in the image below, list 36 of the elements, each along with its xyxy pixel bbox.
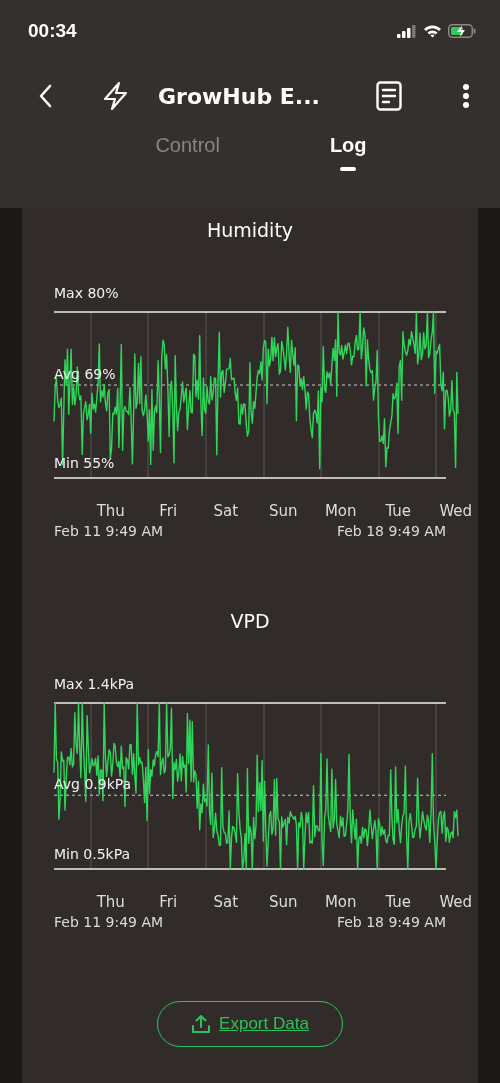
min-label: Min 0.5kPa xyxy=(54,845,131,863)
max-label: Max 1.4kPa xyxy=(54,675,135,693)
day-label: Wed xyxy=(438,501,474,522)
wifi-icon xyxy=(423,24,442,38)
day-label: Sat xyxy=(212,892,240,913)
day-label: Wed xyxy=(438,892,474,913)
min-label: Min 55% xyxy=(54,454,115,472)
tab[interactable]: Log xyxy=(329,134,367,171)
day-label: Fri xyxy=(158,892,179,913)
day-label: Sun xyxy=(267,501,299,522)
day-label: Tue xyxy=(384,892,413,913)
more-menu-icon[interactable] xyxy=(462,83,470,109)
day-label: Mon xyxy=(323,892,358,913)
day-label: Tue xyxy=(384,501,413,522)
status-time: 00:34 xyxy=(28,20,77,42)
chart-title: Humidity xyxy=(206,218,294,242)
device-title: GrowHub E... xyxy=(158,83,321,109)
document-icon[interactable] xyxy=(376,81,402,111)
max-label: Max 80% xyxy=(54,284,119,302)
start-date: Feb 11 9:49 AM xyxy=(54,913,164,931)
lightning-icon[interactable] xyxy=(102,81,130,111)
day-label: Mon xyxy=(323,501,358,522)
start-date: Feb 11 9:49 AM xyxy=(54,522,164,540)
day-label: Thu xyxy=(95,892,126,913)
end-date: Feb 18 9:49 AM xyxy=(336,522,446,540)
back-button[interactable] xyxy=(38,84,52,108)
day-label: Sat xyxy=(212,501,240,522)
day-label: Thu xyxy=(95,501,126,522)
day-label: Fri xyxy=(158,501,179,522)
end-date: Feb 18 9:49 AM xyxy=(336,913,446,931)
signal-icon xyxy=(397,24,417,38)
chart-title: VPD xyxy=(230,609,270,633)
upload-icon xyxy=(191,1014,212,1034)
tab[interactable]: Control xyxy=(155,134,220,171)
day-label: Sun xyxy=(267,892,299,913)
battery-charging-icon xyxy=(448,24,476,38)
